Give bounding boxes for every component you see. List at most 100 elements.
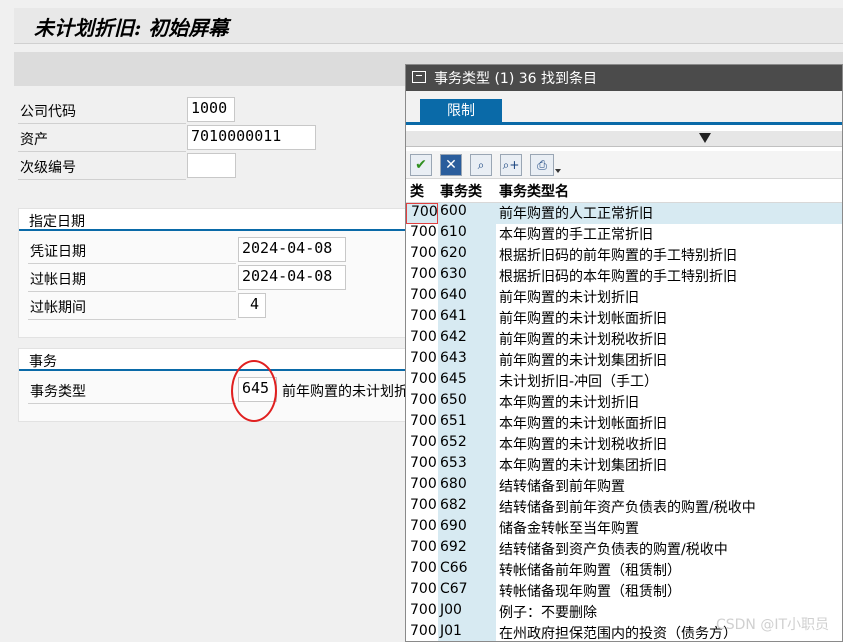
subnumber-label: 次级编号 [20,160,76,176]
cancel-close-icon[interactable]: ✕ [440,154,462,176]
table-row[interactable]: 700 643 前年购置的未计划集团折旧 [406,350,842,371]
cell-name: 结转储备到资产负债表的购置/税收中 [496,539,842,560]
cell-class: 700 [406,623,438,641]
cell-class: 700 [406,308,438,329]
divider [28,403,236,404]
cell-type: 630 [438,266,496,287]
cell-class: 700 [406,245,438,266]
cell-name: 本年购置的未计划折旧 [496,392,842,413]
confirm-check-icon[interactable]: ✔ [410,154,432,176]
cell-type: 620 [438,245,496,266]
table-row[interactable]: 700 651 本年购置的未计划帐面折旧 [406,413,842,434]
table-row[interactable]: 700 682 结转储备到前年资产负债表的购置/税收中 [406,497,842,518]
table-row[interactable]: 700 642 前年购置的未计划税收折旧 [406,329,842,350]
cell-class: 700 [406,602,438,623]
find-binoculars-icon[interactable]: ⌕ [470,154,492,176]
divider [28,319,236,320]
cell-name: 前年购置的未计划折旧 [496,287,842,308]
subnumber-field[interactable] [187,153,236,178]
column-header-class[interactable]: 类 [410,181,424,201]
popup-tab-strip: 限制 [406,91,842,125]
cell-type: J00 [438,602,496,623]
tab-restrictions[interactable]: 限制 [420,99,502,125]
table-row[interactable]: 700 652 本年购置的未计划税收折旧 [406,434,842,455]
cell-name: 前年购置的未计划集团折旧 [496,350,842,371]
cell-class: 700 [406,371,438,392]
cell-type: 653 [438,455,496,476]
table-row[interactable]: 700 630 根据折旧码的本年购置的手工特别折旧 [406,266,842,287]
table-row[interactable]: 700 641 前年购置的未计划帐面折旧 [406,308,842,329]
table-row[interactable]: 700 620 根据折旧码的前年购置的手工特别折旧 [406,245,842,266]
asset-number-field[interactable]: 7010000011 [187,125,316,150]
cell-class: 700 [406,203,438,224]
table-row[interactable]: 700 680 结转储备到前年购置 [406,476,842,497]
watermark: CSDN @IT小职员 [715,617,829,633]
posting-date-field[interactable]: 2024-04-08 [238,265,346,290]
cell-class: 700 [406,266,438,287]
cell-type: 640 [438,287,496,308]
result-list: 700 600 前年购置的人工正常折旧 700 610 本年购置的手工正常折旧 700 620… [406,203,842,641]
cell-type: 610 [438,224,496,245]
window-icon [412,71,426,83]
posting-period-field[interactable]: 4 [238,293,266,318]
table-row[interactable]: 700 C67 转帐储备现年购置（租赁制） [406,581,842,602]
table-row[interactable]: 700 692 结转储备到资产负债表的购置/税收中 [406,539,842,560]
cell-class: 700 [406,350,438,371]
cell-class: 700 [406,476,438,497]
divider [28,263,236,264]
table-row[interactable]: 700 650 本年购置的未计划折旧 [406,392,842,413]
cell-name: 前年购置的人工正常折旧 [496,203,842,224]
cell-name: 未计划折旧-冲回（手工） [496,371,842,392]
divider [18,123,186,124]
transaction-group-header: 事务 [19,349,407,371]
highlight-circle-annotation [231,360,277,422]
cell-type: 645 [438,371,496,392]
cell-name: 结转储备到前年购置 [496,476,842,497]
table-row[interactable]: 700 640 前年购置的未计划折旧 [406,287,842,308]
column-header-name[interactable]: 事务类型名 [499,181,569,201]
table-row[interactable]: 700 690 储备金转帐至当年购置 [406,518,842,539]
cell-name: 本年购置的未计划帐面折旧 [496,413,842,434]
popup-title-bar[interactable]: 事务类型 (1) 36 找到条目 [406,65,842,91]
posting-date-label: 过帐日期 [30,272,86,288]
cell-class: 700 [406,560,438,581]
cell-class: 700 [406,581,438,602]
cell-name: 转帐储备前年购置（租赁制） [496,560,842,581]
table-row[interactable]: 700 645 未计划折旧-冲回（手工） [406,371,842,392]
column-header-type[interactable]: 事务类 [440,181,482,201]
document-date-field[interactable]: 2024-04-08 [238,237,346,262]
table-row[interactable]: 700 610 本年购置的手工正常折旧 [406,224,842,245]
cell-name: 前年购置的未计划税收折旧 [496,329,842,350]
cell-type: 600 [438,203,496,224]
table-row[interactable]: 700 600 前年购置的人工正常折旧 [406,203,842,224]
cell-class: 700 [406,329,438,350]
asset-label: 资产 [20,132,48,148]
cell-type: 680 [438,476,496,497]
cell-type: 641 [438,308,496,329]
cell-name: 根据折旧码的本年购置的手工特别折旧 [496,266,842,287]
transaction-type-label: 事务类型 [30,384,86,400]
cell-name: 本年购置的手工正常折旧 [496,224,842,245]
restriction-toggle-bar[interactable] [406,131,842,147]
popup-toolbar: ✔ ✕ ⌕ ⌕+ ⎙ [406,151,842,179]
dates-group-title: 指定日期 [29,214,85,230]
company-code-label: 公司代码 [20,104,76,120]
screen-title-bar: 未计划折旧: 初始屏幕 [14,8,843,44]
page-title: 未计划折旧: 初始屏幕 [34,16,229,40]
cell-name: 本年购置的未计划集团折旧 [496,455,842,476]
find-next-binoculars-icon[interactable]: ⌕+ [500,154,522,176]
cell-class: 700 [406,497,438,518]
value-help-popup[interactable]: 事务类型 (1) 36 找到条目 限制 ✔ ✕ ⌕ ⌕+ ⎙ 类 事务类 事务类… [405,64,843,642]
company-code-field[interactable]: 1000 [187,97,235,122]
collapse-triangle-icon[interactable] [699,133,711,143]
popup-title: 事务类型 (1) 36 找到条目 [434,71,597,87]
cell-type: C66 [438,560,496,581]
cell-class: 700 [406,455,438,476]
table-row[interactable]: 700 653 本年购置的未计划集团折旧 [406,455,842,476]
print-icon[interactable]: ⎙ [530,154,561,176]
cell-type: 690 [438,518,496,539]
table-row[interactable]: 700 C66 转帐储备前年购置（租赁制） [406,560,842,581]
divider [28,291,236,292]
cell-name: 转帐储备现年购置（租赁制） [496,581,842,602]
cell-type: 651 [438,413,496,434]
